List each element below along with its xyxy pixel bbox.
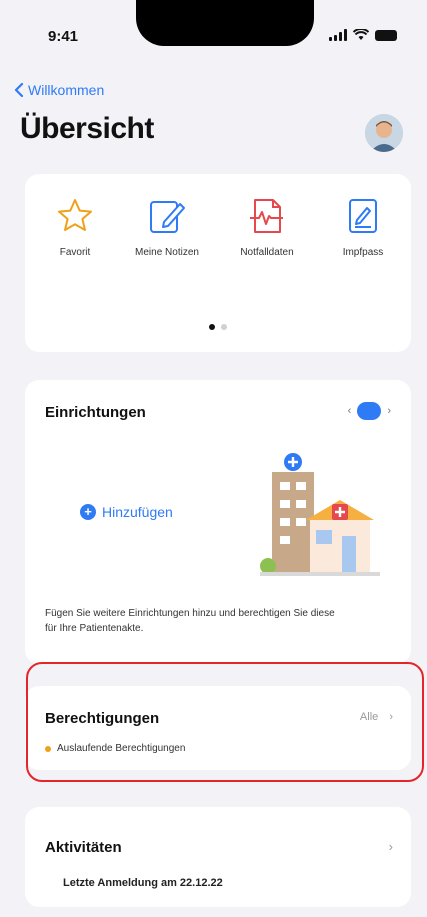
activity-title: Aktivitäten (45, 839, 122, 856)
battery-icon (375, 29, 397, 41)
chevron-left-icon (14, 83, 24, 97)
warning-dot-icon (45, 745, 51, 752)
chevron-right-icon: › (388, 839, 393, 854)
quick-action-emergency-data[interactable]: Notfalldaten (227, 196, 307, 260)
quick-action-label: Favorit (59, 247, 91, 258)
quick-action-label: Meine Notizen (135, 247, 199, 258)
facilities-description: Fügen Sie weitere Einrichtungen hinzu un… (45, 608, 335, 634)
permissions-title: Berechtigungen (45, 710, 160, 727)
add-facility-label: Hinzufügen (102, 504, 173, 520)
cellular-signal-icon (329, 29, 347, 41)
back-button[interactable]: Willkommen (14, 82, 104, 98)
activity-card[interactable]: Aktivitäten › Letzte Anmeldung am 22.12.… (25, 807, 411, 907)
quick-action-label: Notfalldaten (240, 247, 294, 258)
page-dot-active (209, 324, 215, 330)
permissions-all-label: Alle (359, 711, 379, 723)
status-time: 9:41 (48, 28, 79, 45)
device-notch (136, 0, 314, 46)
page-title: Übersicht (20, 112, 154, 145)
expiring-permissions-row: Auslaufende Berechtigungen (45, 743, 185, 754)
facilities-title: Einrichtungen (45, 404, 146, 421)
chevron-right-icon: › (389, 711, 393, 723)
permissions-card[interactable]: Berechtigungen Alle › Auslaufende Berech… (25, 686, 411, 770)
expiring-permissions-label: Auslaufende Berechtigungen (57, 743, 186, 754)
notes-icon (150, 201, 185, 233)
pager-current-pill (357, 402, 382, 420)
page-dot (221, 324, 227, 330)
emergency-data-icon (250, 199, 283, 233)
star-icon (58, 199, 92, 231)
quick-action-vaccination-pass[interactable]: Impfpass (323, 196, 403, 260)
quick-action-favorite[interactable]: Favorit (35, 196, 115, 260)
last-login-text: Letzte Anmeldung am 22.12.22 (63, 877, 223, 889)
vaccination-pass-icon (349, 199, 377, 233)
quick-action-notes[interactable]: Meine Notizen (127, 196, 207, 260)
status-icons (329, 29, 397, 41)
pager-prev[interactable]: ‹ (348, 405, 352, 417)
user-avatar-icon (365, 114, 403, 152)
status-bar: 9:41 (0, 0, 427, 70)
back-label: Willkommen (28, 82, 105, 98)
add-facility-button[interactable]: + Hinzufügen (80, 504, 173, 520)
wifi-icon (353, 29, 369, 40)
quick-action-label: Impfpass (342, 247, 384, 258)
pager-next[interactable]: › (387, 405, 391, 417)
quick-actions-card: Favorit Meine Notizen Notfalldaten Impfp… (25, 174, 411, 352)
buildings-illustration-icon (260, 453, 380, 576)
plus-icon: + (80, 504, 96, 520)
page-indicator[interactable] (25, 324, 411, 330)
permissions-all-link[interactable]: Alle › (360, 711, 393, 723)
avatar[interactable] (365, 114, 403, 152)
facilities-pager[interactable]: ‹ › (348, 402, 391, 420)
